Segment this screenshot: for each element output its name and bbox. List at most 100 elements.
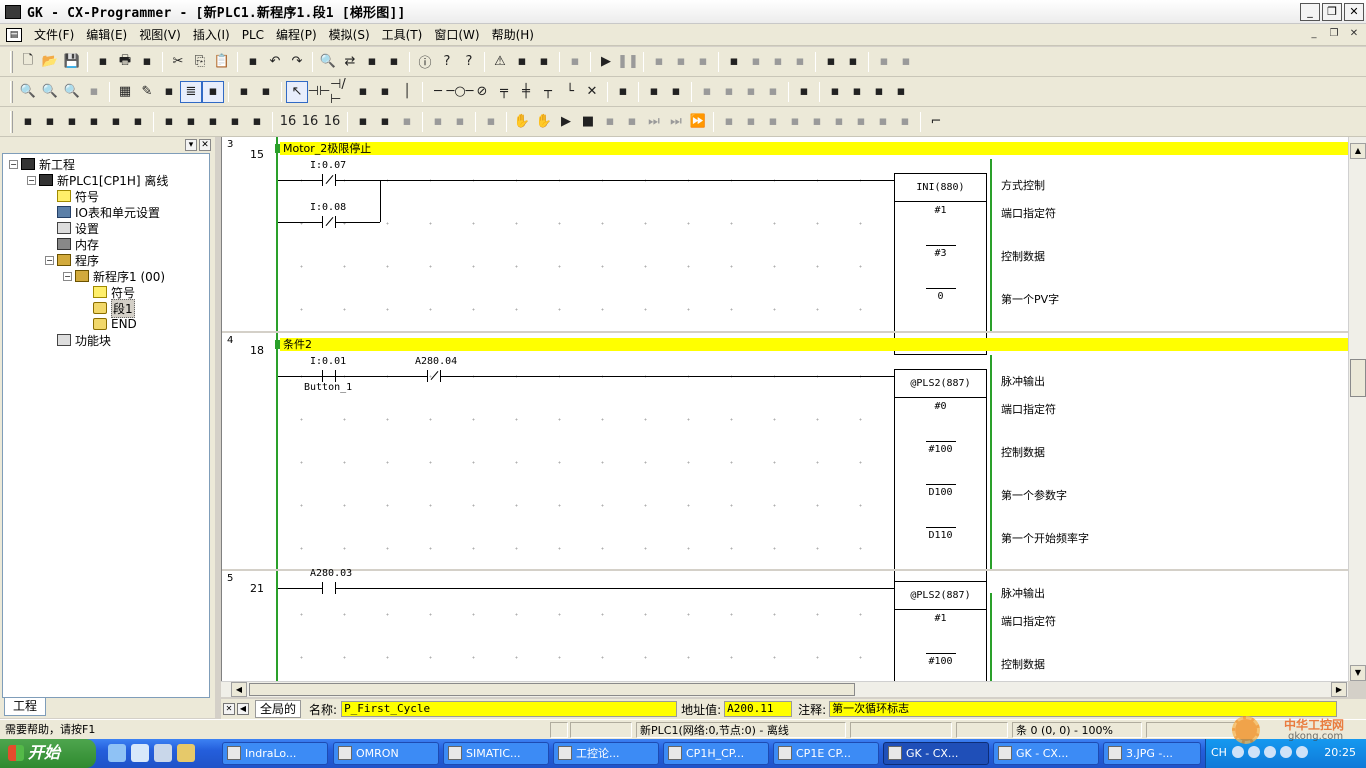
transfer-to-plc-icon[interactable]: ▪ [648, 51, 670, 73]
tab-project[interactable]: 工程 [4, 698, 47, 716]
window-project-icon[interactable]: ▪ [17, 111, 39, 133]
replace-all-icon[interactable]: ▪ [361, 51, 383, 73]
edit-rungs-icon[interactable]: ▪ [643, 81, 665, 103]
redo-icon[interactable]: ↷ [286, 51, 308, 73]
disp-icon[interactable]: ▪ [824, 81, 846, 103]
tray-icon-4[interactable] [1280, 746, 1292, 758]
scope-tab-global[interactable]: 全局的 [255, 700, 302, 718]
sim3-icon[interactable]: ▪ [806, 111, 828, 133]
instruction-operand[interactable]: #1 [895, 613, 986, 624]
compile-all-icon[interactable]: ▪ [533, 51, 555, 73]
plc-list-icon[interactable]: ▪ [427, 111, 449, 133]
toolbar-grip[interactable] [10, 110, 13, 133]
scroll-left-arrow-icon[interactable]: ◀ [231, 682, 247, 697]
scroll-right-arrow-icon[interactable]: ▶ [1331, 682, 1347, 697]
end-icon[interactable]: ⌐ [925, 111, 947, 133]
line-connect-icon[interactable]: ┬ [537, 81, 559, 103]
grid-icon[interactable]: ▦ [114, 81, 136, 103]
window-output-icon[interactable]: ▪ [39, 111, 61, 133]
menu-view[interactable]: 视图(V) [133, 26, 187, 43]
step-over-icon[interactable]: ⏭ [665, 111, 687, 133]
close-button[interactable]: ✕ [1344, 3, 1364, 21]
doc-close-button[interactable]: ✕ [1346, 27, 1362, 42]
online-toggle-icon[interactable]: ▪ [564, 51, 586, 73]
vertical-line-icon[interactable]: │ [396, 81, 418, 103]
properties-icon[interactable]: ⓘ [414, 51, 436, 73]
taskbar-button-8[interactable]: 3.JPG -... [1103, 742, 1201, 765]
cut-icon[interactable]: ✂ [167, 51, 189, 73]
minimize-button[interactable]: _ [1300, 3, 1320, 21]
toolbar-grip[interactable] [10, 80, 13, 103]
vertical-scrollbar[interactable]: ▲ ▼ [1348, 137, 1366, 681]
upload-icon[interactable]: ▪ [352, 111, 374, 133]
menu-help[interactable]: 帮助(H) [486, 26, 540, 43]
online-edit-icon[interactable]: ▪ [612, 81, 634, 103]
window-symbol-icon[interactable]: ▪ [105, 111, 127, 133]
no-contact[interactable] [322, 582, 336, 594]
diff2-icon[interactable]: ▪ [718, 81, 740, 103]
document-icon[interactable]: ▤ [6, 27, 22, 42]
nc-contact[interactable] [322, 216, 336, 228]
menu-simulation[interactable]: 模拟(S) [323, 26, 376, 43]
copy-icon[interactable]: ⎘ [189, 51, 211, 73]
io-comments-icon[interactable]: ▪ [793, 81, 815, 103]
replace-icon[interactable]: ⇄ [339, 51, 361, 73]
force-on-icon[interactable]: ▪ [873, 51, 895, 73]
settings-icon[interactable]: ▪ [246, 111, 268, 133]
monitor3-icon[interactable]: ▪ [767, 51, 789, 73]
print-preview2-icon[interactable]: ▪ [136, 51, 158, 73]
taskbar-button-5[interactable]: CP1E CP... [773, 742, 879, 765]
find-icon[interactable]: 🔍 [317, 51, 339, 73]
pause-icon[interactable]: ❚❚ [617, 51, 639, 73]
tree-expander-icon[interactable]: − [63, 271, 72, 281]
nc-contact-icon[interactable]: ⊣/⊢ [330, 77, 352, 107]
show-list-icon[interactable]: ▪ [158, 81, 180, 103]
workspace-close-button[interactable]: ✕ [199, 139, 211, 151]
stop-icon[interactable]: ■ [577, 111, 599, 133]
tray-icon-5[interactable] [1296, 746, 1308, 758]
print-icon[interactable]: 🖶 [114, 51, 136, 73]
rung-icon[interactable]: ≣ [180, 80, 202, 103]
context-help-icon[interactable]: ? [458, 51, 480, 73]
tree-node-2[interactable]: 符号 [3, 188, 209, 204]
zoom-icon[interactable]: 🔍 [61, 81, 83, 103]
rung-comment[interactable]: Motor_2极限停止 [275, 142, 1348, 155]
sim7-icon[interactable]: ▪ [894, 111, 916, 133]
instruction-operand[interactable]: #100 [895, 441, 986, 455]
disp4-icon[interactable]: ▪ [890, 81, 912, 103]
compile-icon[interactable]: ▪ [511, 51, 533, 73]
workspace-menu-button[interactable]: ▾ [185, 139, 197, 151]
tree-node-10[interactable]: END [3, 316, 209, 332]
data-edit-icon[interactable]: ▪ [665, 81, 687, 103]
play-icon[interactable]: ▶ [595, 51, 617, 73]
fast-forward-icon[interactable]: ⏩ [687, 111, 709, 133]
warning-icon[interactable]: ⚠ [489, 51, 511, 73]
compare-icon[interactable]: ▪ [692, 51, 714, 73]
zoom-in-icon[interactable]: 🔍 [39, 81, 61, 103]
io-table-icon[interactable]: ▪ [224, 111, 246, 133]
plc-info-icon[interactable]: ▪ [480, 111, 502, 133]
symbol-table-icon[interactable]: ▪ [180, 111, 202, 133]
paste-icon[interactable]: 📋 [211, 51, 233, 73]
quicklaunch-doc-icon[interactable] [154, 744, 172, 762]
line-corner-icon[interactable]: └ [559, 81, 581, 103]
quicklaunch-ie-icon[interactable] [108, 744, 126, 762]
menu-program[interactable]: 编程(P) [270, 26, 323, 43]
sim4-icon[interactable]: ▪ [828, 111, 850, 133]
cross-reference-icon[interactable]: ▪ [255, 81, 277, 103]
window-address-icon[interactable]: ▪ [83, 111, 105, 133]
menu-insert[interactable]: 插入(I) [187, 26, 236, 43]
step-into-icon[interactable]: ⏭ [643, 111, 665, 133]
force-off-icon[interactable]: ▪ [895, 51, 917, 73]
show-address-icon[interactable]: ▪ [202, 80, 224, 103]
scroll-down-arrow-icon[interactable]: ▼ [1350, 665, 1366, 681]
help-icon[interactable]: ? [436, 51, 458, 73]
tray-icon-2[interactable] [1248, 746, 1260, 758]
symbol-address-field[interactable]: A200.11 [724, 701, 793, 717]
download-icon[interactable]: ▪ [374, 111, 396, 133]
instruction-operand[interactable]: #3 [895, 245, 986, 259]
tree-node-5[interactable]: 内存 [3, 236, 209, 252]
taskbar-button-3[interactable]: 工控论... [553, 742, 659, 765]
plc-cycle-icon[interactable]: ▪ [449, 111, 471, 133]
quicklaunch-s-icon[interactable] [131, 744, 149, 762]
